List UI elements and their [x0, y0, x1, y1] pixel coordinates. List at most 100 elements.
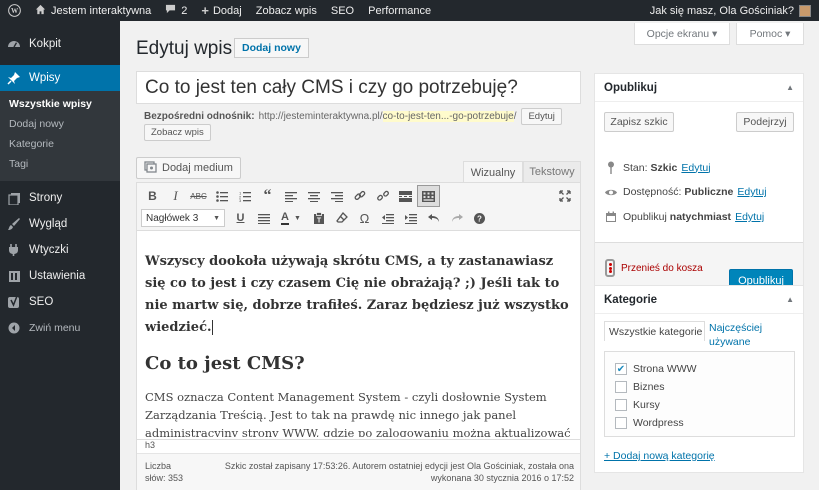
list-item[interactable]: Biznes	[605, 378, 794, 396]
user-menu[interactable]: Jak się masz, Ola Gościniak?	[643, 0, 819, 21]
sidebar-item-seo[interactable]: SEO	[0, 289, 120, 315]
sidebar-item-label: Wpisy	[29, 72, 61, 84]
list-item[interactable]: ✔ Strona WWW	[605, 360, 794, 378]
paste-text-icon[interactable]: T	[307, 207, 330, 229]
text-color-icon[interactable]: A ▼	[275, 207, 307, 229]
tab-all-categories[interactable]: Wszystkie kategorie	[604, 321, 705, 341]
special-character-icon[interactable]: Ω	[353, 207, 376, 229]
submenu-all-posts[interactable]: Wszystkie wpisy	[0, 95, 120, 115]
align-right-icon[interactable]	[325, 185, 348, 207]
plus-icon: +	[201, 3, 209, 18]
text-cursor	[211, 320, 213, 335]
sidebar-item-label: Wygląd	[29, 218, 68, 230]
tab-visual[interactable]: Wizualny	[463, 161, 523, 183]
publish-box-title: Opublikuj	[604, 81, 658, 94]
edit-visibility-link[interactable]: Edytuj	[737, 186, 766, 198]
element-path[interactable]: h3	[137, 439, 580, 453]
sidebar-item-posts[interactable]: Wpisy	[0, 65, 120, 91]
help-icon[interactable]: ?	[468, 207, 491, 229]
toolbar-toggle-icon[interactable]	[417, 185, 440, 207]
bullet-list-icon[interactable]	[210, 185, 233, 207]
edit-status-link[interactable]: Edytuj	[681, 162, 710, 174]
edit-permalink-button[interactable]: Edytuj	[521, 108, 562, 125]
categories-box-header[interactable]: Kategorie ▲	[595, 286, 803, 314]
submenu-categories[interactable]: Kategorie	[0, 135, 120, 155]
underline-icon[interactable]: U	[229, 207, 252, 229]
italic-icon[interactable]: I	[164, 185, 187, 207]
permalink-slug[interactable]: co-to-jest-ten...-go-potrzebuje	[382, 111, 514, 122]
category-checkbox[interactable]	[615, 417, 627, 429]
align-center-icon[interactable]	[302, 185, 325, 207]
status-row: Stan: Szkic Edytuj	[604, 161, 711, 174]
performance-link[interactable]: Performance	[361, 0, 438, 21]
tab-text[interactable]: Tekstowy	[523, 161, 581, 183]
move-to-trash-link[interactable]: Przenieś do kosza	[605, 259, 703, 277]
format-select[interactable]: Nagłówek 3 ▼	[141, 209, 225, 227]
publish-box-header[interactable]: Opublikuj ▲	[595, 74, 803, 102]
post-title-input[interactable]: Co to jest ten cały CMS i czy go potrzeb…	[136, 71, 581, 104]
plugin-icon	[6, 242, 22, 258]
add-new-post-button[interactable]: Dodaj nowy	[234, 38, 309, 58]
posts-submenu: Wszystkie wpisy Dodaj nowy Kategorie Tag…	[0, 91, 120, 181]
checkmark-icon: ✔	[616, 363, 626, 375]
fullscreen-icon[interactable]	[553, 185, 576, 207]
category-checkbox[interactable]: ✔	[615, 363, 627, 375]
read-more-icon[interactable]	[394, 185, 417, 207]
site-name-link[interactable]: Jestem interaktywna	[28, 0, 158, 21]
sidebar-item-plugins[interactable]: Wtyczki	[0, 237, 120, 263]
help-button[interactable]: Pomoc ▾	[736, 23, 804, 45]
yoast-icon	[6, 294, 22, 310]
sidebar-item-pages[interactable]: Strony	[0, 185, 120, 211]
tab-most-used[interactable]: Najczęściej używane	[709, 321, 789, 349]
edit-schedule-link[interactable]: Edytuj	[735, 211, 764, 223]
clear-formatting-icon[interactable]	[330, 207, 353, 229]
redo-icon[interactable]	[445, 207, 468, 229]
submenu-add-new[interactable]: Dodaj nowy	[0, 115, 120, 135]
sidebar-collapse[interactable]: Zwiń menu	[0, 315, 120, 341]
link-icon[interactable]	[348, 185, 371, 207]
category-checkbox[interactable]	[615, 381, 627, 393]
comments-link[interactable]: 2	[158, 0, 194, 21]
wordpress-logo-icon[interactable]: W	[0, 0, 28, 21]
brush-icon	[6, 216, 22, 232]
category-checkbox[interactable]	[615, 399, 627, 411]
word-count: Liczba słów: 353	[145, 460, 183, 484]
sidebar-item-label: Zwiń menu	[29, 322, 81, 334]
list-item[interactable]: Kursy	[605, 396, 794, 414]
collapse-icon	[6, 320, 22, 336]
indent-icon[interactable]	[399, 207, 422, 229]
permalink-trail: /	[513, 111, 517, 122]
add-media-button[interactable]: Dodaj medium	[136, 157, 241, 179]
list-item[interactable]: Wordpress	[605, 414, 794, 432]
preview-button[interactable]: Podejrzyj	[736, 112, 794, 132]
view-post-button[interactable]: Zobacz wpis	[144, 124, 211, 141]
align-left-icon[interactable]	[279, 185, 302, 207]
sidebar-item-label: Wtyczki	[29, 244, 69, 256]
visibility-row: Dostępność: Publiczne Edytuj	[604, 186, 767, 198]
outdent-icon[interactable]	[376, 207, 399, 229]
bold-icon[interactable]: B	[141, 185, 164, 207]
admin-bar: W Jestem interaktywna 2 + Dodaj Zobacz w…	[0, 0, 819, 21]
lead-paragraph: Wszyscy dookoła używają skrótu CMS, a ty…	[145, 251, 572, 339]
justify-icon[interactable]	[252, 207, 275, 229]
editor-content[interactable]: Wszyscy dookoła używają skrótu CMS, a ty…	[137, 231, 580, 437]
add-new-link[interactable]: + Dodaj	[194, 0, 248, 21]
sidebar-item-appearance[interactable]: Wygląd	[0, 211, 120, 237]
sidebar-item-settings[interactable]: Ustawienia	[0, 263, 120, 289]
caret-up-icon[interactable]: ▲	[786, 83, 794, 92]
home-icon	[35, 4, 46, 18]
unlink-icon[interactable]	[371, 185, 394, 207]
sidebar-item-dashboard[interactable]: Kokpit	[0, 31, 120, 57]
view-post-link[interactable]: Zobacz wpis	[249, 0, 324, 21]
save-draft-button[interactable]: Zapisz szkic	[604, 112, 674, 132]
screen-options-button[interactable]: Opcje ekranu ▾	[634, 23, 730, 45]
submenu-tags[interactable]: Tagi	[0, 155, 120, 175]
word-count-value: słów: 353	[145, 473, 184, 483]
caret-up-icon[interactable]: ▲	[786, 295, 794, 304]
undo-icon[interactable]	[422, 207, 445, 229]
add-new-category-link[interactable]: + Dodaj nową kategorię	[604, 450, 715, 462]
strikethrough-icon[interactable]: ABC	[187, 185, 210, 207]
numbered-list-icon[interactable]: 123	[233, 185, 256, 207]
blockquote-icon[interactable]: “	[256, 185, 279, 207]
seo-link[interactable]: SEO	[324, 0, 361, 21]
